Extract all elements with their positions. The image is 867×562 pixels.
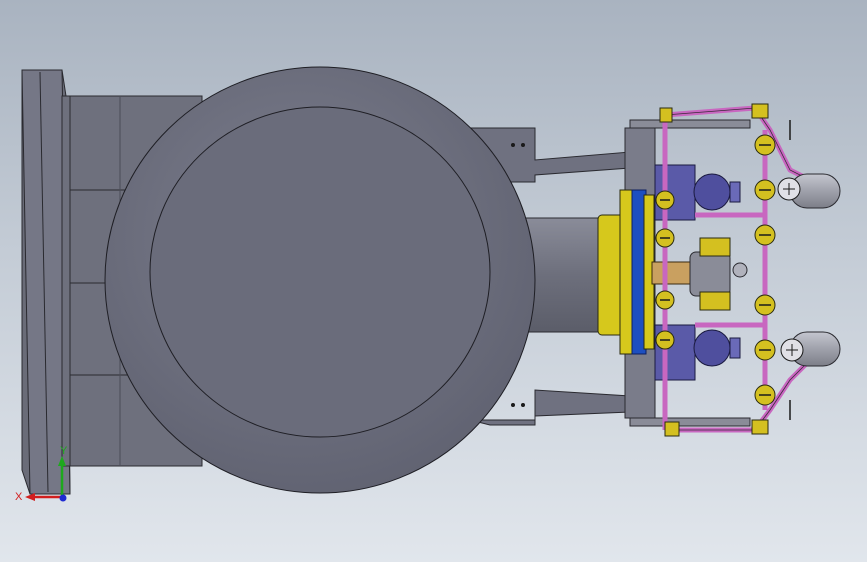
pressure-gauge-lower[interactable] <box>780 338 804 362</box>
main-housing-disc[interactable] <box>104 66 536 494</box>
pressure-gauge-upper[interactable] <box>777 177 801 201</box>
model-canvas[interactable]: Y X <box>0 0 867 562</box>
z-axis-dot <box>59 494 67 502</box>
cad-viewport[interactable]: Y X <box>0 0 867 562</box>
x-axis-label: X <box>15 491 23 503</box>
y-axis-label: Y <box>60 445 68 457</box>
coupling-flange[interactable] <box>597 189 655 355</box>
